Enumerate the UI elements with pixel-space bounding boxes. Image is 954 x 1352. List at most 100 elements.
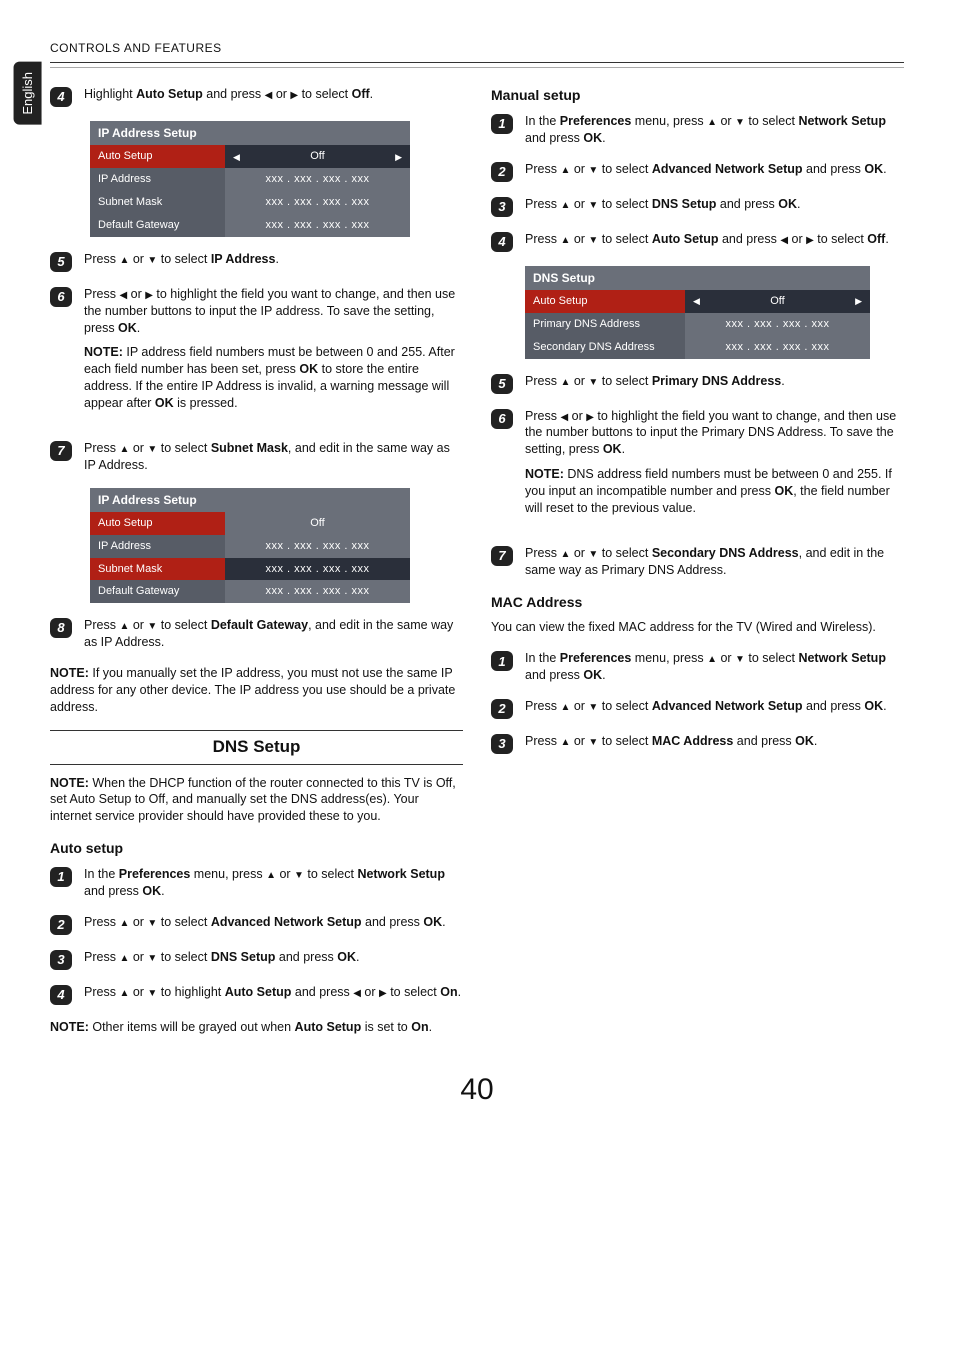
step-badge: 2 <box>491 162 513 182</box>
step-badge: 2 <box>491 699 513 719</box>
text: Auto Setup <box>652 232 719 246</box>
text: and press <box>203 87 265 101</box>
step-badge: 5 <box>491 374 513 394</box>
text: OK <box>583 131 602 145</box>
section-title-dns: DNS Setup <box>50 730 463 765</box>
menu-label: Default Gateway <box>90 214 225 237</box>
menu-value: Off <box>225 512 410 535</box>
text: Secondary DNS Address <box>652 546 799 560</box>
text: is pressed. <box>174 396 238 410</box>
text: or <box>129 441 147 455</box>
right-icon: ▶ <box>379 987 387 1001</box>
text: OK <box>142 884 161 898</box>
text: Auto Setup <box>295 1020 362 1034</box>
text: OK <box>337 950 356 964</box>
text: to select <box>745 114 799 128</box>
text: to select <box>598 197 652 211</box>
text: to select <box>157 618 211 632</box>
text: In the <box>525 651 560 665</box>
text: . <box>356 950 359 964</box>
text: Press <box>84 441 119 455</box>
text: Press <box>525 699 560 713</box>
text: OK <box>603 442 622 456</box>
text: Press <box>84 287 119 301</box>
menu-value: xxx . xxx . xxx . xxx <box>225 535 410 558</box>
text: . <box>883 699 886 713</box>
step-badge: 1 <box>491 651 513 671</box>
text: and press <box>803 162 865 176</box>
manual-step-7: 7 Press ▲ or ▼ to select Secondary DNS A… <box>491 545 904 579</box>
mac-step-3: 3 Press ▲ or ▼ to select MAC Address and… <box>491 733 904 754</box>
text: or <box>127 287 145 301</box>
up-icon: ▲ <box>560 736 570 750</box>
text: Other items will be grayed out when <box>89 1020 295 1034</box>
step-badge: 1 <box>50 867 72 887</box>
text: and press <box>275 950 337 964</box>
menu-dns-setup: DNS Setup Auto SetupOff Primary DNS Addr… <box>525 266 870 359</box>
menu-label: Secondary DNS Address <box>525 336 685 359</box>
text: Press <box>525 546 560 560</box>
up-icon: ▲ <box>560 701 570 715</box>
note-dns: NOTE: When the DHCP function of the rout… <box>50 775 463 826</box>
up-icon: ▲ <box>119 917 129 931</box>
down-icon: ▼ <box>147 952 157 966</box>
text: or <box>129 915 147 929</box>
down-icon: ▼ <box>588 199 598 213</box>
down-icon: ▼ <box>294 869 304 883</box>
step-7: 7 Press ▲ or ▼ to select Subnet Mask, an… <box>50 440 463 474</box>
text: Advanced Network Setup <box>211 915 362 929</box>
text: or <box>570 734 588 748</box>
up-icon: ▲ <box>119 987 129 1001</box>
up-icon: ▲ <box>560 548 570 562</box>
menu-value: xxx . xxx . xxx . xxx <box>225 168 410 191</box>
text: MAC Address <box>652 734 734 748</box>
menu-label: Auto Setup <box>525 290 685 313</box>
menu-ip-address-setup-2: IP Address Setup Auto SetupOff IP Addres… <box>90 488 410 604</box>
menu-label: Auto Setup <box>90 512 225 535</box>
note-label: NOTE: <box>50 666 89 680</box>
step-badge: 3 <box>491 197 513 217</box>
text: IP Address <box>211 252 276 266</box>
header-divider <box>50 62 904 63</box>
text: OK <box>299 362 318 376</box>
step-6: 6 Press ◀ or ▶ to highlight the field yo… <box>50 286 463 426</box>
text: Network Setup <box>798 651 886 665</box>
text: Press <box>525 409 560 423</box>
right-icon: ▶ <box>145 289 153 303</box>
right-icon: ▶ <box>586 411 594 425</box>
text: Press <box>525 162 560 176</box>
text: OK <box>778 197 797 211</box>
down-icon: ▼ <box>588 376 598 390</box>
menu-value: xxx . xxx . xxx . xxx <box>685 336 870 359</box>
left-icon: ◀ <box>560 411 568 425</box>
text: or <box>272 87 290 101</box>
step-badge: 7 <box>50 441 72 461</box>
text: Subnet Mask <box>211 441 288 455</box>
text: and press <box>525 668 583 682</box>
left-icon: ◀ <box>780 234 788 248</box>
up-icon: ▲ <box>266 869 276 883</box>
down-icon: ▼ <box>588 234 598 248</box>
text: OK <box>423 915 442 929</box>
text: Preferences <box>560 651 632 665</box>
manual-step-2: 2 Press ▲ or ▼ to select Advanced Networ… <box>491 161 904 182</box>
up-icon: ▲ <box>119 952 129 966</box>
down-icon: ▼ <box>147 443 157 457</box>
manual-step-6: 6 Press ◀ or ▶ to highlight the field yo… <box>491 408 904 531</box>
text: OK <box>864 699 883 713</box>
text: Off <box>867 232 885 246</box>
up-icon: ▲ <box>560 234 570 248</box>
text: OK <box>864 162 883 176</box>
text: to select <box>298 87 352 101</box>
text: . <box>814 734 817 748</box>
right-icon: ▶ <box>290 89 298 103</box>
text: or <box>129 252 147 266</box>
right-column: Manual setup 1 In the Preferences menu, … <box>491 86 904 1049</box>
up-icon: ▲ <box>119 443 129 457</box>
text: Press <box>84 252 119 266</box>
step-4: 4 Highlight Auto Setup and press ◀ or ▶ … <box>50 86 463 107</box>
text: or <box>570 546 588 560</box>
menu-value: xxx . xxx . xxx . xxx <box>225 558 410 581</box>
text: OK <box>795 734 814 748</box>
auto-step-2: 2 Press ▲ or ▼ to select Advanced Networ… <box>50 914 463 935</box>
